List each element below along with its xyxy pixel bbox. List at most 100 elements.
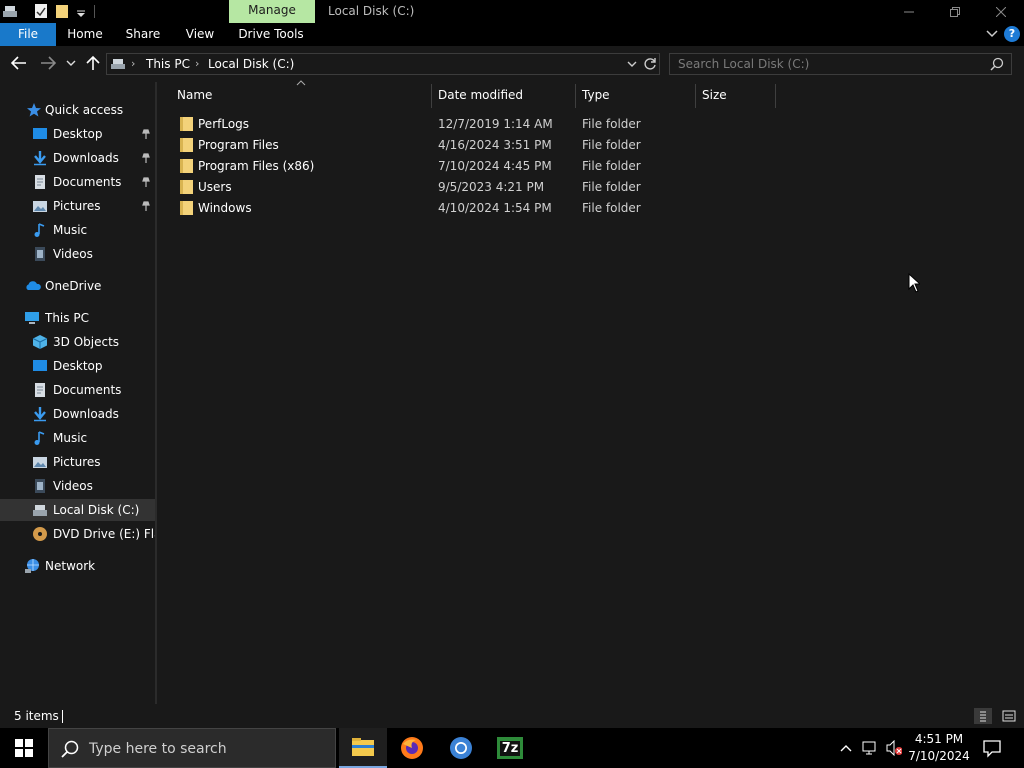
nav-network[interactable]: Network <box>0 555 156 577</box>
file-row-windows[interactable]: Windows 4/10/2024 1:54 PM File folder <box>172 198 772 219</box>
tab-file[interactable]: File <box>0 23 56 46</box>
file-row-program-files-x86[interactable]: Program Files (x86) 7/10/2024 4:45 PM Fi… <box>172 156 772 177</box>
taskbar-chrome[interactable] <box>437 728 485 768</box>
nav-label: This PC <box>45 311 89 325</box>
column-divider[interactable] <box>431 84 432 108</box>
folder-icon <box>180 117 194 131</box>
firefox-icon <box>401 737 423 759</box>
download-icon <box>32 150 48 166</box>
dvd-icon <box>32 526 48 542</box>
minimize-button[interactable] <box>886 0 932 23</box>
nav-pc-dvd-drive[interactable]: DVD Drive (E:) Flato <box>0 523 156 545</box>
column-divider[interactable] <box>775 84 776 108</box>
column-header-name[interactable]: Name <box>177 88 212 108</box>
refresh-icon[interactable] <box>643 57 657 71</box>
nav-pc-music[interactable]: Music <box>0 427 156 449</box>
close-button[interactable] <box>978 0 1024 23</box>
chevron-down-icon[interactable] <box>986 28 998 40</box>
nav-pane-divider[interactable] <box>155 82 157 704</box>
search-icon[interactable] <box>990 57 1004 71</box>
file-name: Windows <box>198 201 252 215</box>
help-icon[interactable]: ? <box>1004 26 1020 42</box>
document-icon <box>32 174 48 190</box>
network-status-icon[interactable] <box>862 739 878 757</box>
nav-quick-desktop[interactable]: Desktop <box>0 123 156 145</box>
videos-icon <box>32 246 48 262</box>
notification-icon[interactable] <box>982 738 1002 758</box>
nav-pc-pictures[interactable]: Pictures <box>0 451 156 473</box>
file-date: 9/5/2023 4:21 PM <box>438 180 545 194</box>
forward-button[interactable] <box>39 54 57 72</box>
column-header-type[interactable]: Type <box>582 88 610 108</box>
column-divider[interactable] <box>695 84 696 108</box>
nav-this-pc[interactable]: This PC <box>0 307 156 329</box>
nav-label: Downloads <box>53 151 119 165</box>
nav-pc-downloads[interactable]: Downloads <box>0 403 156 425</box>
recent-locations-icon[interactable] <box>64 54 78 72</box>
breadcrumb-chevron-icon: › <box>195 57 200 70</box>
breadcrumb-this-pc[interactable]: This PC <box>146 57 190 71</box>
file-row-program-files[interactable]: Program Files 4/16/2024 3:51 PM File fol… <box>172 135 772 156</box>
status-bar: 5 items <box>0 704 1024 728</box>
taskbar-search-box[interactable]: Type here to search <box>48 728 336 768</box>
chevron-up-icon[interactable] <box>838 739 854 757</box>
taskbar: Type here to search 7z 4:51 PM 7/10/2024 <box>0 728 1024 768</box>
file-date: 7/10/2024 4:45 PM <box>438 159 552 173</box>
restore-button[interactable] <box>932 0 978 23</box>
address-dropdown-icon[interactable] <box>627 60 637 68</box>
tab-view[interactable]: View <box>178 23 222 46</box>
breadcrumb-local-disk[interactable]: Local Disk (C:) <box>208 57 294 71</box>
nav-label: Videos <box>53 247 93 261</box>
nav-label: Videos <box>53 479 93 493</box>
properties-icon[interactable] <box>33 3 49 19</box>
file-date: 4/16/2024 3:51 PM <box>438 138 552 152</box>
up-button[interactable] <box>84 54 102 72</box>
nav-pc-local-disk[interactable]: Local Disk (C:) <box>0 499 156 521</box>
address-bar[interactable]: › This PC › Local Disk (C:) <box>106 53 660 75</box>
taskbar-7zip[interactable]: 7z <box>486 728 534 768</box>
new-folder-icon[interactable] <box>55 3 71 19</box>
start-button[interactable] <box>0 728 48 768</box>
large-icons-view-icon[interactable] <box>1000 708 1018 724</box>
nav-quick-videos[interactable]: Videos <box>0 243 156 265</box>
back-button[interactable] <box>10 54 28 72</box>
nav-pc-videos[interactable]: Videos <box>0 475 156 497</box>
tab-share[interactable]: Share <box>120 23 166 46</box>
file-list: Name Date modified Type Size PerfLogs 12… <box>160 80 1024 704</box>
nav-quick-pictures[interactable]: Pictures <box>0 195 156 217</box>
desktop-icon <box>32 358 48 374</box>
column-header-size[interactable]: Size <box>702 88 727 108</box>
tab-drive-tools[interactable]: Drive Tools <box>236 23 306 46</box>
nav-label: Quick access <box>45 103 124 117</box>
tab-home[interactable]: Home <box>62 23 108 46</box>
column-divider[interactable] <box>575 84 576 108</box>
pictures-icon <box>32 198 48 214</box>
nav-quick-access[interactable]: Quick access <box>0 99 156 121</box>
pin-icon <box>141 128 151 140</box>
nav-pc-documents[interactable]: Documents <box>0 379 156 401</box>
nav-pc-3d-objects[interactable]: 3D Objects <box>0 331 156 353</box>
nav-quick-downloads[interactable]: Downloads <box>0 147 156 169</box>
file-row-perflogs[interactable]: PerfLogs 12/7/2019 1:14 AM File folder <box>172 114 772 135</box>
nav-quick-documents[interactable]: Documents <box>0 171 156 193</box>
nav-pc-desktop[interactable]: Desktop <box>0 355 156 377</box>
tab-manage[interactable]: Manage <box>229 0 315 23</box>
nav-label: DVD Drive (E:) Flato <box>53 527 156 541</box>
taskbar-firefox[interactable] <box>388 728 436 768</box>
taskbar-file-explorer[interactable] <box>339 728 387 768</box>
folder-icon <box>180 138 194 152</box>
nav-onedrive[interactable]: OneDrive <box>0 275 156 297</box>
music-icon <box>32 222 48 238</box>
nav-label: Pictures <box>53 199 101 213</box>
file-row-users[interactable]: Users 9/5/2023 4:21 PM File folder <box>172 177 772 198</box>
volume-muted-icon[interactable] <box>886 739 902 757</box>
videos-icon <box>32 478 48 494</box>
column-header-date-modified[interactable]: Date modified <box>438 88 523 108</box>
search-box[interactable] <box>669 53 1012 75</box>
nav-quick-music[interactable]: Music <box>0 219 156 241</box>
search-input[interactable] <box>678 56 978 72</box>
system-clock[interactable]: 4:51 PM 7/10/2024 <box>906 731 972 765</box>
details-view-icon[interactable] <box>974 708 992 724</box>
customize-quick-access-icon[interactable] <box>75 3 91 19</box>
file-name: PerfLogs <box>198 117 250 131</box>
